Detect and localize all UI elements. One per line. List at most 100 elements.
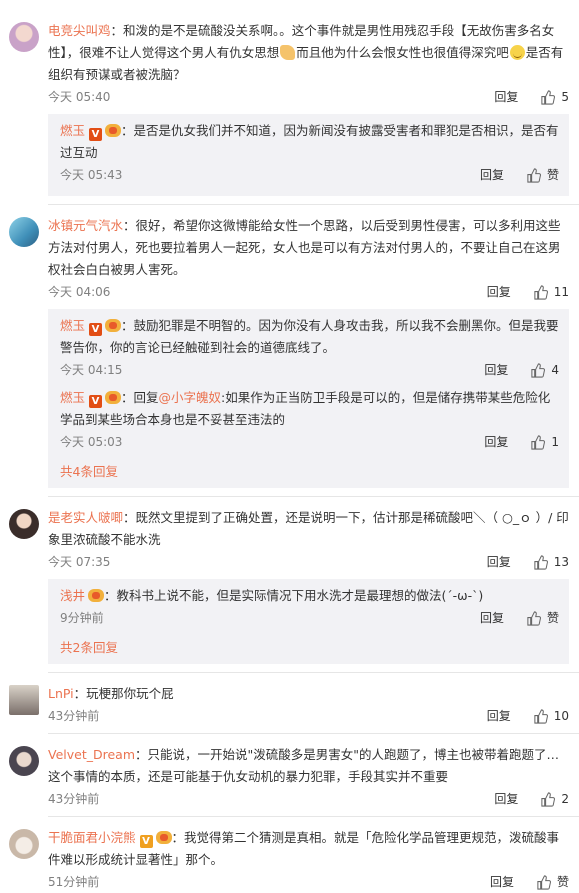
verified-badge-icon: V	[89, 323, 103, 336]
reply-button[interactable]: 回复	[480, 607, 504, 629]
smile-emoji-icon	[509, 45, 525, 60]
username[interactable]: 是老实人啵唧	[48, 510, 123, 525]
reply-text: 燃玉 V ：回复@小字魄奴:如果作为正当防卫手段是可以的，但是储存携带某些危险化学品…	[60, 390, 551, 427]
username[interactable]: 电竞尖叫鸡	[48, 23, 111, 38]
reply-meta: 今天 04:15 回复 4	[60, 359, 559, 381]
reply-button[interactable]: 回复	[490, 871, 514, 893]
like-count: 赞	[546, 168, 559, 182]
comment-5: Velvet_Dream：只能说，一开始说"泼硫酸多是男害女"的人跑题了，博主也…	[0, 734, 579, 810]
thumbs-up-icon	[534, 554, 548, 570]
avatar[interactable]	[9, 22, 39, 52]
like-count: 11	[553, 285, 569, 299]
reply-text: 浅井 ：教科书上说不能，但是实际情况下用水洗才是最理想的做法(´-ω-`)	[60, 588, 484, 603]
like-count: 13	[553, 555, 569, 569]
username[interactable]: LnPi	[48, 686, 74, 701]
like-button[interactable]: 赞	[526, 607, 559, 629]
like-button[interactable]: 10	[533, 705, 569, 727]
reply-meta: 9分钟前 回复 赞	[60, 607, 559, 629]
member-badge-icon	[105, 319, 122, 332]
username[interactable]: 浅井	[60, 588, 85, 603]
comment-2: 冰镇元气汽水：很好，希望你这微博能给女性一个思路，以后受到男性侵害，可以多利用这…	[0, 205, 579, 488]
reply-item: 浅井 ：教科书上说不能，但是实际情况下用水洗才是最理想的做法(´-ω-`) 9分钟…	[60, 583, 559, 633]
member-badge-icon	[88, 589, 105, 602]
like-button[interactable]: 4	[530, 359, 559, 381]
comment-1: 电竞尖叫鸡：和泼的是不是硫酸没关系啊。。这个事件就是男性用残忍手段【无故伤害多名…	[0, 0, 579, 196]
like-button[interactable]: 5	[540, 86, 569, 108]
member-badge-icon	[105, 391, 122, 404]
like-button[interactable]: 赞	[526, 164, 559, 186]
thumbs-up-icon	[531, 434, 546, 450]
reply-list: 燃玉 V ：是否是仇女我们并不知道，因为新闻没有披露受害者和罪犯是否相识，是否有过互…	[48, 114, 569, 196]
reply-button[interactable]: 回复	[487, 281, 511, 303]
comment-meta: 今天 04:06 回复 11	[48, 281, 569, 303]
mention-link[interactable]: @小字魄奴	[159, 390, 222, 405]
reply-item: 燃玉 V ：是否是仇女我们并不知道，因为新闻没有披露受害者和罪犯是否相识，是否有过互…	[60, 118, 559, 190]
avatar[interactable]	[9, 829, 39, 859]
reply-button[interactable]: 回复	[487, 551, 511, 573]
like-count: 赞	[556, 875, 569, 889]
comment-text: 干脆面君小浣熊 V ：我觉得第二个猜测是真相。就是「危险化学品管理更规范，泼硫酸事件…	[48, 830, 560, 867]
comment-text: 是老实人啵唧：既然文里提到了正确处置，还是说明一下，估计那是稀硫酸吧＼（ ○_ｏ…	[48, 510, 569, 547]
thumbs-up-icon	[527, 167, 541, 183]
reply-item: 燃玉 V ：回复@小字魄奴:如果作为正当防卫手段是可以的，但是储存携带某些危险化学品…	[60, 385, 559, 457]
timestamp: 今天 04:15	[60, 363, 123, 377]
comment-6: 干脆面君小浣熊 V ：我觉得第二个猜测是真相。就是「危险化学品管理更规范，泼硫酸事件…	[0, 817, 579, 893]
comment-text: 冰镇元气汽水：很好，希望你这微博能给女性一个思路，以后受到男性侵害，可以多利用这…	[48, 218, 561, 277]
like-count: 2	[561, 792, 569, 806]
like-button[interactable]: 13	[533, 551, 569, 573]
pray-emoji-icon	[280, 45, 296, 60]
reply-button[interactable]: 回复	[484, 359, 508, 381]
reply-button[interactable]: 回复	[484, 431, 508, 453]
like-button[interactable]: 1	[530, 431, 559, 453]
username[interactable]: 冰镇元气汽水	[48, 218, 123, 233]
reply-button[interactable]: 回复	[487, 705, 511, 727]
verified-badge-icon: V	[139, 835, 153, 848]
comment-text: Velvet_Dream：只能说，一开始说"泼硫酸多是男害女"的人跑题了，博主也…	[48, 747, 560, 784]
timestamp: 今天 07:35	[48, 555, 111, 569]
reply-list: 浅井 ：教科书上说不能，但是实际情况下用水洗才是最理想的做法(´-ω-`) 9分钟…	[48, 579, 569, 664]
like-count: 1	[551, 435, 559, 449]
timestamp: 9分钟前	[60, 611, 104, 625]
comment-meta: 今天 07:35 回复 13	[48, 551, 569, 573]
timestamp: 43分钟前	[48, 792, 100, 806]
view-more-replies-link[interactable]: 共2条回复	[60, 633, 559, 658]
comment-meta: 43分钟前 回复 2	[48, 788, 569, 810]
timestamp: 今天 05:40	[48, 90, 111, 104]
like-button[interactable]: 2	[540, 788, 569, 810]
timestamp: 51分钟前	[48, 875, 100, 889]
reply-button[interactable]: 回复	[494, 788, 518, 810]
thumbs-up-icon	[541, 791, 556, 807]
comment-text: 电竞尖叫鸡：和泼的是不是硫酸没关系啊。。这个事件就是男性用残忍手段【无故伤害多名…	[48, 23, 564, 82]
reply-text: 燃玉 V ：鼓励犯罪是不明智的。因为你没有人身攻击我，所以我不会删黑你。但是我要警告…	[60, 318, 559, 355]
verified-badge-icon: V	[89, 128, 103, 141]
thumbs-up-icon	[537, 874, 551, 890]
comment-text: LnPi：玩梗那你玩个屁	[48, 686, 174, 701]
member-badge-icon	[105, 124, 122, 137]
thumbs-up-icon	[541, 89, 556, 105]
reply-list: 燃玉 V ：鼓励犯罪是不明智的。因为你没有人身攻击我，所以我不会删黑你。但是我要警告…	[48, 309, 569, 488]
thumbs-up-icon	[531, 362, 546, 378]
reply-item: 燃玉 V ：鼓励犯罪是不明智的。因为你没有人身攻击我，所以我不会删黑你。但是我要警告…	[60, 313, 559, 385]
reply-button[interactable]: 回复	[480, 164, 504, 186]
username[interactable]: 干脆面君小浣熊	[48, 830, 136, 845]
timestamp: 今天 04:06	[48, 285, 111, 299]
view-more-replies-link[interactable]: 共4条回复	[60, 457, 559, 482]
thumbs-up-icon	[534, 284, 548, 300]
comment-4: LnPi：玩梗那你玩个屁 43分钟前 回复 10	[0, 673, 579, 727]
avatar[interactable]	[9, 746, 39, 776]
comment-meta: 43分钟前 回复 10	[48, 705, 569, 727]
username[interactable]: 燃玉	[60, 318, 85, 333]
avatar[interactable]	[9, 217, 39, 247]
like-count: 10	[553, 709, 569, 723]
username[interactable]: Velvet_Dream	[48, 747, 135, 762]
comment-3: 是老实人啵唧：既然文里提到了正确处置，还是说明一下，估计那是稀硫酸吧＼（ ○_ｏ…	[0, 497, 579, 664]
username[interactable]: 燃玉	[60, 390, 85, 405]
avatar[interactable]	[9, 685, 39, 715]
avatar[interactable]	[9, 509, 39, 539]
like-button[interactable]: 赞	[536, 871, 569, 893]
member-badge-icon	[155, 831, 172, 844]
username[interactable]: 燃玉	[60, 123, 85, 138]
comment-meta: 今天 05:40 回复 5	[48, 86, 569, 108]
reply-button[interactable]: 回复	[494, 86, 518, 108]
like-button[interactable]: 11	[533, 281, 569, 303]
